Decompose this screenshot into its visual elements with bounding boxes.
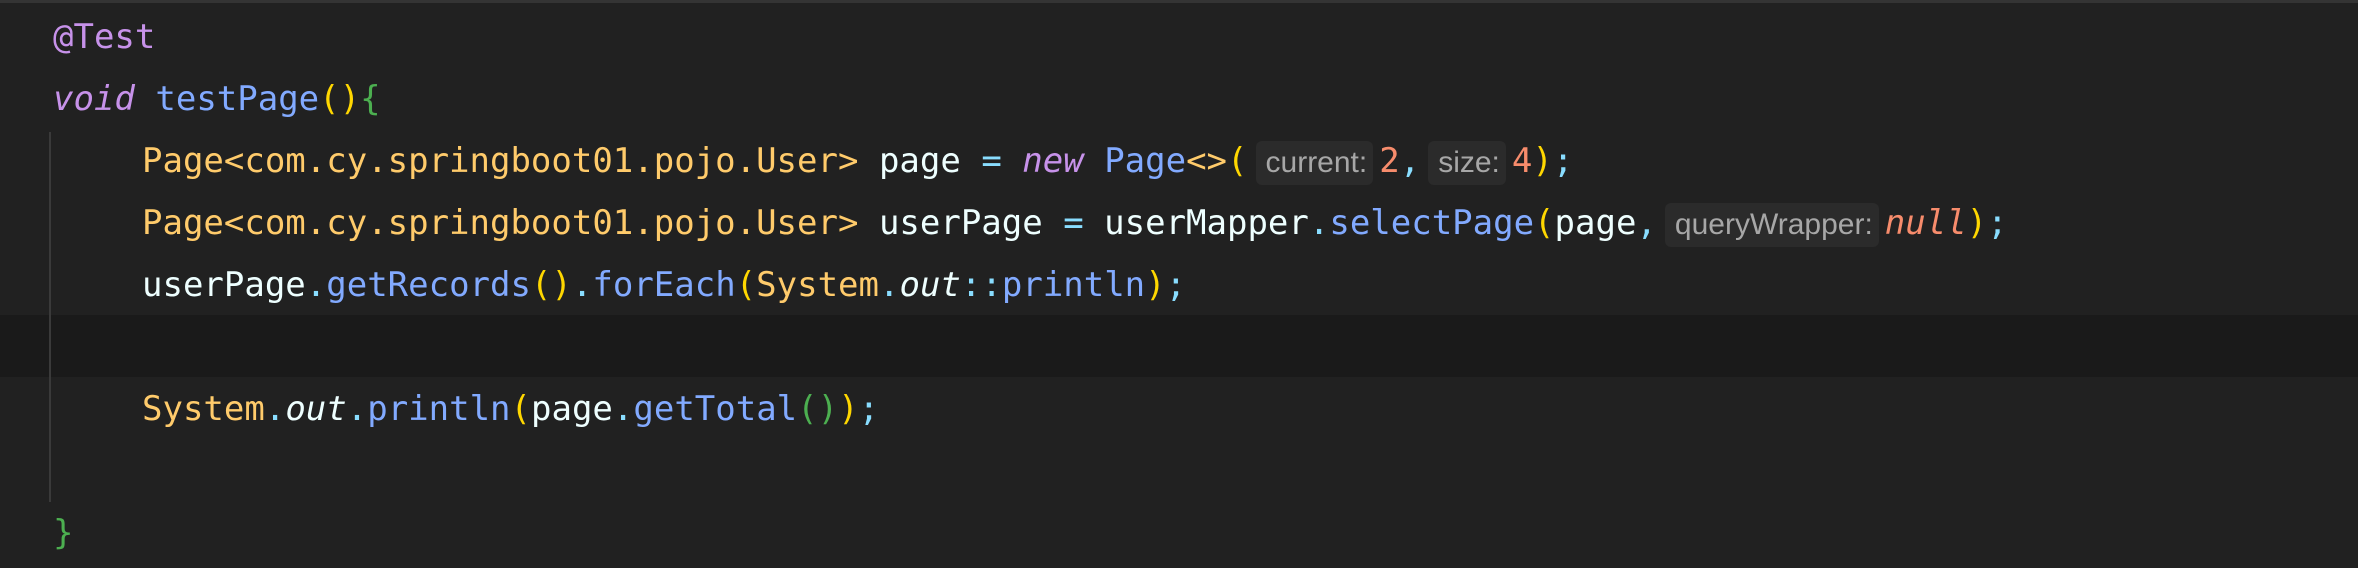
- comma: ,: [1399, 141, 1421, 181]
- current-line-highlight: [0, 315, 2358, 377]
- param-hint-query-wrapper: queryWrapper:: [1664, 202, 1879, 247]
- code-editor[interactable]: @Test void testPage(){ Page<com.cy.sprin…: [0, 0, 2358, 568]
- null-keyword: null: [1884, 203, 1967, 243]
- paren: ): [838, 389, 859, 429]
- code-line-page-declaration[interactable]: Page<com.cy.springboot01.pojo.User> page…: [142, 130, 1573, 192]
- dot: .: [879, 265, 900, 305]
- generic-type: Page<com.cy.springboot01.pojo.User>: [142, 141, 859, 181]
- comma: ,: [1636, 203, 1657, 243]
- test-annotation: @Test: [53, 17, 156, 57]
- current-value: 2: [1379, 141, 1400, 181]
- system-class: System: [756, 265, 879, 305]
- param-hint-current: current:: [1255, 140, 1374, 185]
- void-keyword: void: [53, 79, 135, 119]
- code-line-annotation[interactable]: @Test: [53, 6, 155, 68]
- paren: (): [530, 265, 572, 305]
- semicolon: ;: [858, 389, 880, 429]
- code-line-close-brace[interactable]: }: [53, 502, 73, 564]
- method-reference: ::: [960, 265, 1002, 305]
- indent-guide: [49, 132, 51, 502]
- out-field: out: [285, 389, 347, 429]
- diamond-operator: <>: [1186, 141, 1228, 181]
- assign-operator: =: [981, 141, 1002, 181]
- code-line-print-total[interactable]: System.out.println(page.getTotal());: [142, 378, 879, 440]
- get-records-method: getRecords: [326, 265, 531, 305]
- page-variable: page: [878, 141, 961, 181]
- close-brace: }: [53, 513, 74, 553]
- semicolon: ;: [1552, 141, 1574, 181]
- paren: ): [1532, 141, 1553, 181]
- new-keyword: new: [1022, 141, 1084, 181]
- semicolon: ;: [1165, 265, 1187, 305]
- println-method: println: [367, 389, 511, 429]
- paren: (): [319, 79, 361, 119]
- size-value: 4: [1511, 141, 1533, 181]
- dot: .: [305, 265, 327, 305]
- paren: (: [1227, 141, 1248, 181]
- dot: .: [1308, 203, 1330, 243]
- dot: .: [264, 389, 286, 429]
- code-line-select-page[interactable]: Page<com.cy.springboot01.pojo.User> user…: [142, 192, 2008, 254]
- paren: (: [1534, 203, 1555, 243]
- paren: (: [735, 265, 757, 305]
- code-line-method-signature[interactable]: void testPage(){: [53, 68, 381, 130]
- system-class: System: [142, 389, 265, 429]
- paren: (: [510, 389, 531, 429]
- generic-type: Page<com.cy.springboot01.pojo.User>: [142, 203, 859, 243]
- assign-operator: =: [1063, 203, 1084, 243]
- page-variable: page: [531, 389, 613, 429]
- for-each-method: forEach: [592, 265, 736, 305]
- user-page-variable: userPage: [142, 265, 306, 305]
- select-page-method: selectPage: [1329, 203, 1535, 243]
- method-name: testPage: [155, 79, 320, 119]
- open-brace: {: [360, 79, 381, 119]
- out-field: out: [899, 265, 961, 305]
- println-method: println: [1001, 265, 1146, 305]
- code-line-for-each[interactable]: userPage.getRecords().forEach(System.out…: [142, 254, 1186, 316]
- page-argument: page: [1554, 203, 1637, 243]
- paren: ): [1145, 265, 1166, 305]
- param-hint-size: size:: [1428, 140, 1506, 185]
- semicolon: ;: [1987, 203, 2008, 243]
- dot: .: [346, 389, 368, 429]
- user-page-variable: userPage: [878, 203, 1043, 243]
- dot: .: [571, 265, 593, 305]
- dot: .: [612, 389, 634, 429]
- paren: ): [1966, 203, 1988, 243]
- page-class: Page: [1104, 141, 1187, 181]
- get-total-method: getTotal: [633, 389, 798, 429]
- paren: (): [797, 389, 839, 429]
- user-mapper-variable: userMapper: [1104, 203, 1309, 243]
